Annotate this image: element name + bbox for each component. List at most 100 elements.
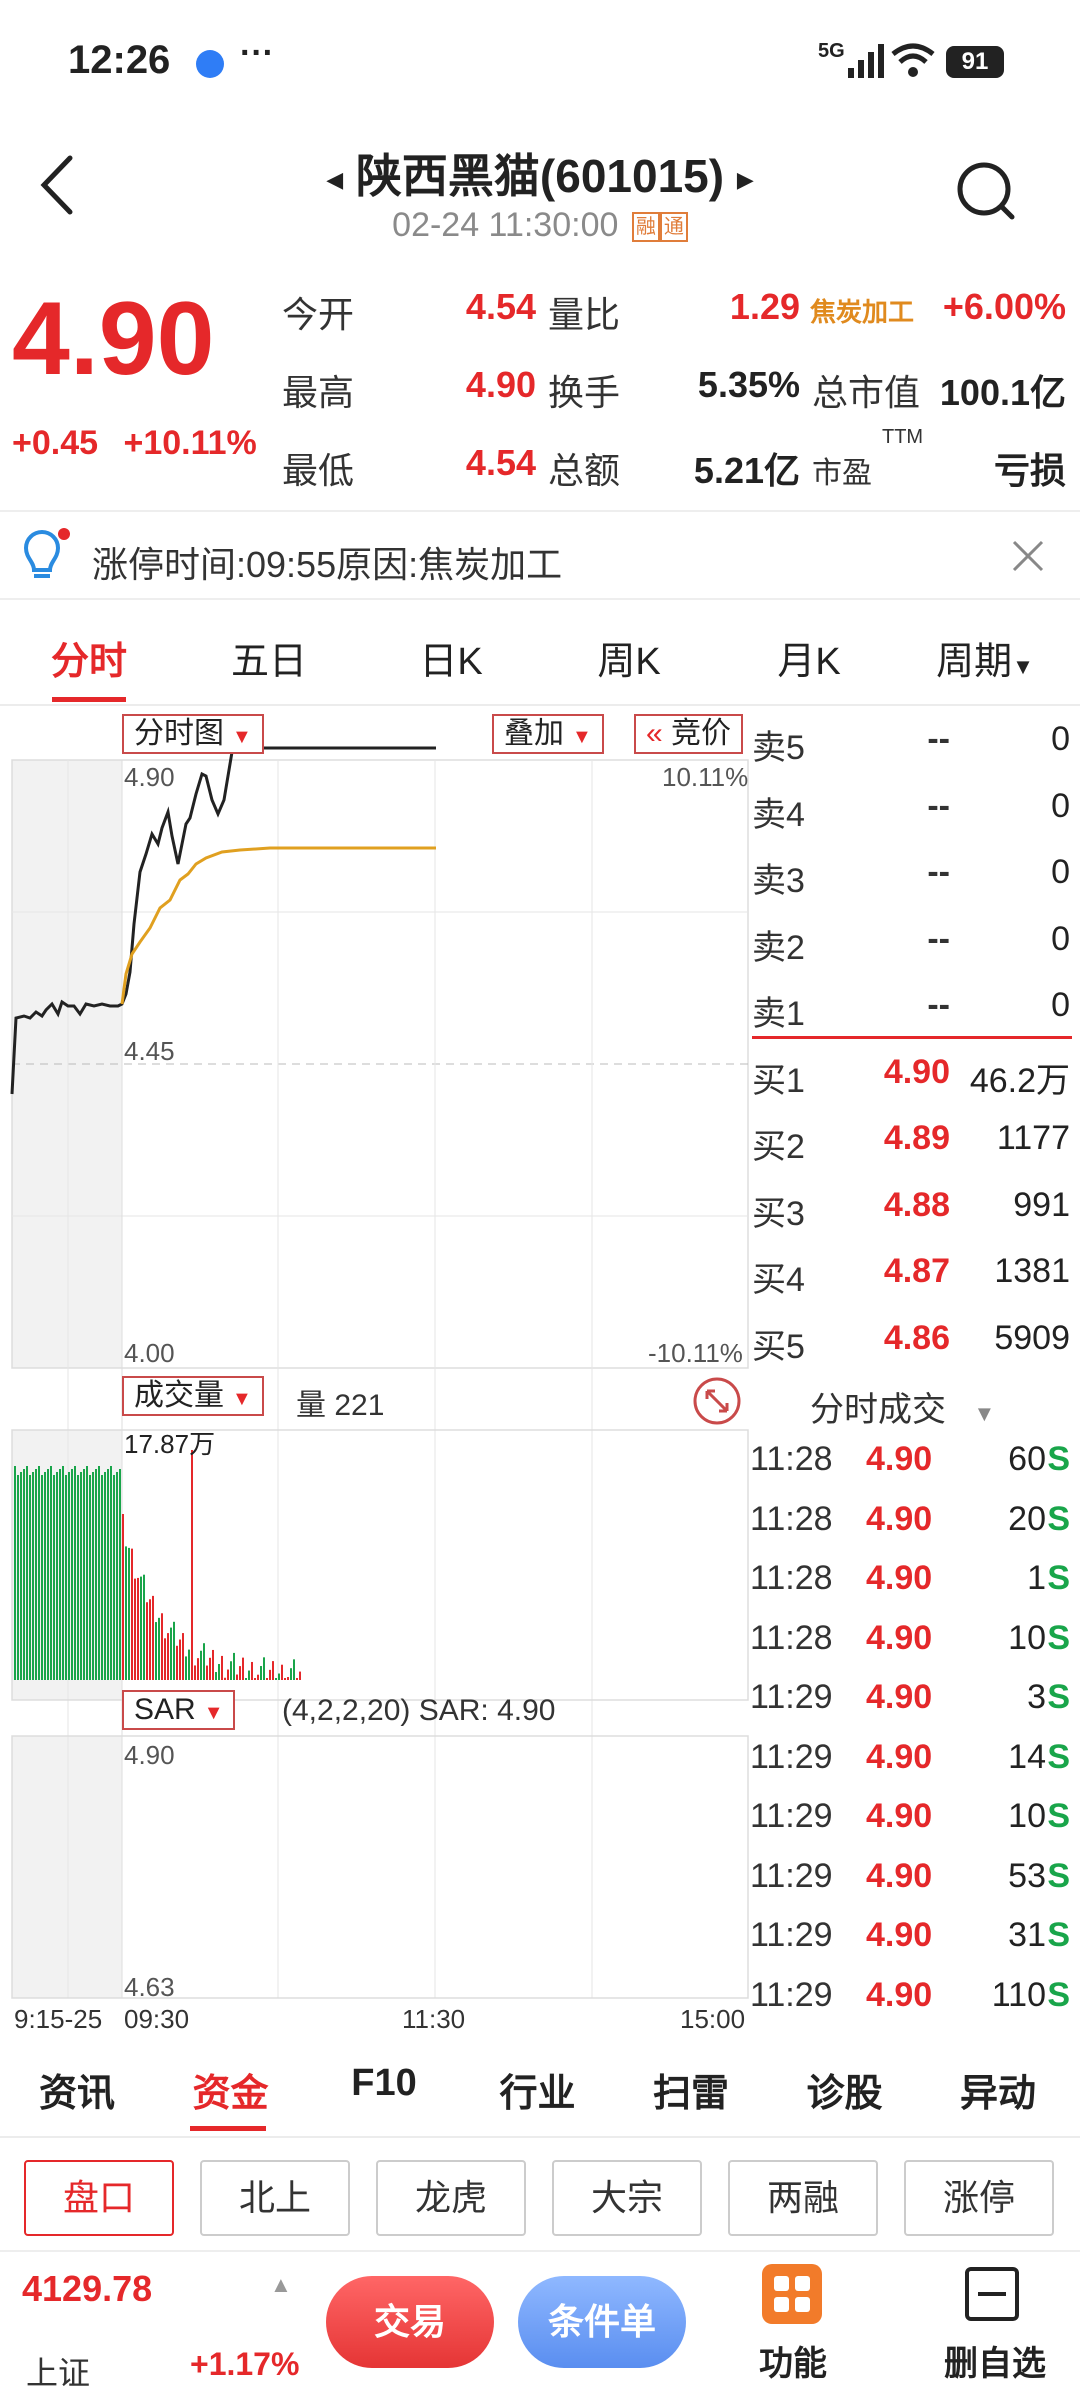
volume-bar — [272, 1661, 274, 1680]
volume-bar — [278, 1673, 280, 1680]
bottom-tab-5[interactable]: 诊股 — [770, 2062, 920, 2117]
sell-price: -- — [927, 786, 950, 825]
tick-side: S — [1047, 1856, 1070, 1895]
volume-bar — [56, 1472, 58, 1680]
tab-intraday[interactable]: 分时 — [4, 630, 174, 685]
tab-period[interactable]: 周期▼ — [900, 630, 1070, 685]
bottom-tab-0[interactable]: 资讯 — [2, 2062, 152, 2117]
buy-row-4[interactable]: 买4 4.87 1381 — [750, 1240, 1072, 1306]
bottom-tab-4[interactable]: 扫雷 — [616, 2062, 766, 2117]
bid-ask-divider — [752, 1036, 1072, 1039]
sell-row-2[interactable]: 卖4 -- 0 — [750, 775, 1072, 841]
buy-row-3[interactable]: 买3 4.88 991 — [750, 1174, 1072, 1240]
chip-5[interactable]: 涨停 — [904, 2160, 1054, 2236]
expand-icon[interactable] — [692, 1376, 742, 1426]
close-icon[interactable] — [1010, 538, 1046, 574]
volume-bar — [23, 1469, 25, 1680]
tab-monthly-k[interactable]: 月K — [724, 630, 894, 685]
volume-bar — [218, 1664, 220, 1680]
chip-4[interactable]: 两融 — [728, 2160, 878, 2236]
buy-level-label: 买2 — [752, 1128, 805, 1166]
volume-bar — [299, 1671, 301, 1680]
next-stock-icon[interactable]: ▶ — [737, 167, 754, 192]
volume-bar — [53, 1475, 55, 1680]
volume-bar — [257, 1674, 259, 1680]
volume-bar — [50, 1466, 52, 1680]
volume-bar — [173, 1621, 175, 1680]
tab-5day[interactable]: 五日 — [184, 630, 354, 685]
turnover-value: 5.35% — [697, 364, 800, 405]
tick-price: 4.90 — [866, 1797, 933, 1835]
overlay-dropdown[interactable]: 叠加 ▼ — [492, 714, 604, 754]
tick-price: 4.90 — [866, 1559, 933, 1597]
volume-bar — [140, 1576, 142, 1680]
tick-time: 11:29 — [750, 1797, 833, 1835]
volume-dropdown[interactable]: 成交量 ▼ — [122, 1376, 264, 1416]
tick-row: 11:29 4.90 31 S — [750, 1908, 1072, 1968]
volume-bar — [227, 1669, 229, 1680]
chevron-down-icon: ▼ — [572, 726, 592, 748]
tab-weekly-k[interactable]: 周K — [544, 630, 714, 685]
sell-level-label: 卖5 — [752, 729, 805, 767]
sell-row-3[interactable]: 卖3 -- 0 — [750, 841, 1072, 907]
function-button[interactable]: 功能 — [738, 2250, 844, 2400]
volume-bar — [179, 1639, 181, 1680]
volume-bar — [35, 1469, 37, 1680]
ind-top-label: 4.90 — [124, 1740, 175, 1770]
tick-side: S — [1047, 1618, 1070, 1657]
notice-text: 涨停时间:09:55原因:焦炭加工 — [92, 544, 563, 585]
buy-row-2[interactable]: 买2 4.89 1177 — [750, 1107, 1072, 1173]
change-pct: +10.11% — [123, 424, 257, 462]
open-value: 4.54 — [465, 286, 536, 327]
chip-1[interactable]: 北上 — [200, 2160, 350, 2236]
condition-order-button[interactable]: 条件单 — [518, 2276, 686, 2368]
vol-max-label: 17.87万 — [124, 1429, 216, 1459]
volume-bar — [26, 1466, 28, 1680]
volume-bar — [185, 1656, 187, 1680]
sell-row-5[interactable]: 卖1 -- 0 — [750, 974, 1072, 1040]
x-label-open: 09:30 — [124, 2004, 190, 2034]
bottom-tab-6[interactable]: 异动 — [923, 2062, 1073, 2117]
volume-bars — [14, 1450, 301, 1680]
chip-2[interactable]: 龙虎 — [376, 2160, 526, 2236]
volume-bar — [149, 1599, 151, 1680]
sell-row-1[interactable]: 卖5 -- 0 — [750, 708, 1072, 774]
intraday-chart[interactable] — [0, 704, 750, 2004]
pe-label: 市盈 — [812, 457, 872, 490]
tab-daily-k[interactable]: 日K — [366, 630, 536, 685]
index-value[interactable]: 4129.78 — [22, 2268, 152, 2310]
bottom-tab-2[interactable]: F10 — [309, 2062, 459, 2105]
low-value: 4.54 — [465, 442, 536, 483]
volume-bar — [164, 1638, 166, 1680]
tick-row: 11:28 4.90 20 S — [750, 1492, 1072, 1552]
vol-ratio-label: 量比 — [548, 294, 621, 335]
chip-3[interactable]: 大宗 — [552, 2160, 702, 2236]
tick-title[interactable]: 分时成交 ▼ — [810, 1382, 995, 1431]
remove-favorite-button[interactable]: 删自选 — [920, 2250, 1070, 2400]
trade-button[interactable]: 交易 — [326, 2276, 494, 2368]
volume-bar — [158, 1617, 160, 1680]
volume-bar — [182, 1633, 184, 1680]
buy-row-1[interactable]: 买1 4.90 46.2万 — [750, 1041, 1072, 1107]
volume-bar — [230, 1661, 232, 1680]
grid-icon — [762, 2264, 822, 2324]
sell-row-4[interactable]: 卖2 -- 0 — [750, 908, 1072, 974]
volume-bar — [146, 1602, 148, 1680]
chip-0[interactable]: 盘口 — [24, 2160, 174, 2236]
tick-time: 11:29 — [750, 1856, 833, 1895]
chart-type-dropdown[interactable]: 分时图 ▼ — [122, 714, 264, 754]
prev-stock-icon[interactable]: ◀ — [326, 167, 343, 192]
chart-type-label: 分时图 — [134, 717, 224, 750]
mktcap-value: 100.1亿 — [939, 372, 1066, 413]
volume-bar — [215, 1672, 217, 1680]
bottom-tab-1[interactable]: 资金 — [156, 2062, 306, 2117]
indicator-dropdown[interactable]: SAR ▼ — [122, 1690, 236, 1730]
search-icon[interactable] — [950, 155, 1020, 225]
volume-bar — [239, 1666, 241, 1680]
auction-button[interactable]: « 竞价 — [634, 714, 744, 754]
volume-dropdown-label: 成交量 — [134, 1379, 224, 1412]
bottom-tab-3[interactable]: 行业 — [463, 2062, 613, 2117]
sector-label[interactable]: 焦炭加工 — [810, 292, 914, 329]
tick-price: 4.90 — [866, 1499, 933, 1538]
buy-row-5[interactable]: 买5 4.86 5909 — [750, 1307, 1072, 1373]
